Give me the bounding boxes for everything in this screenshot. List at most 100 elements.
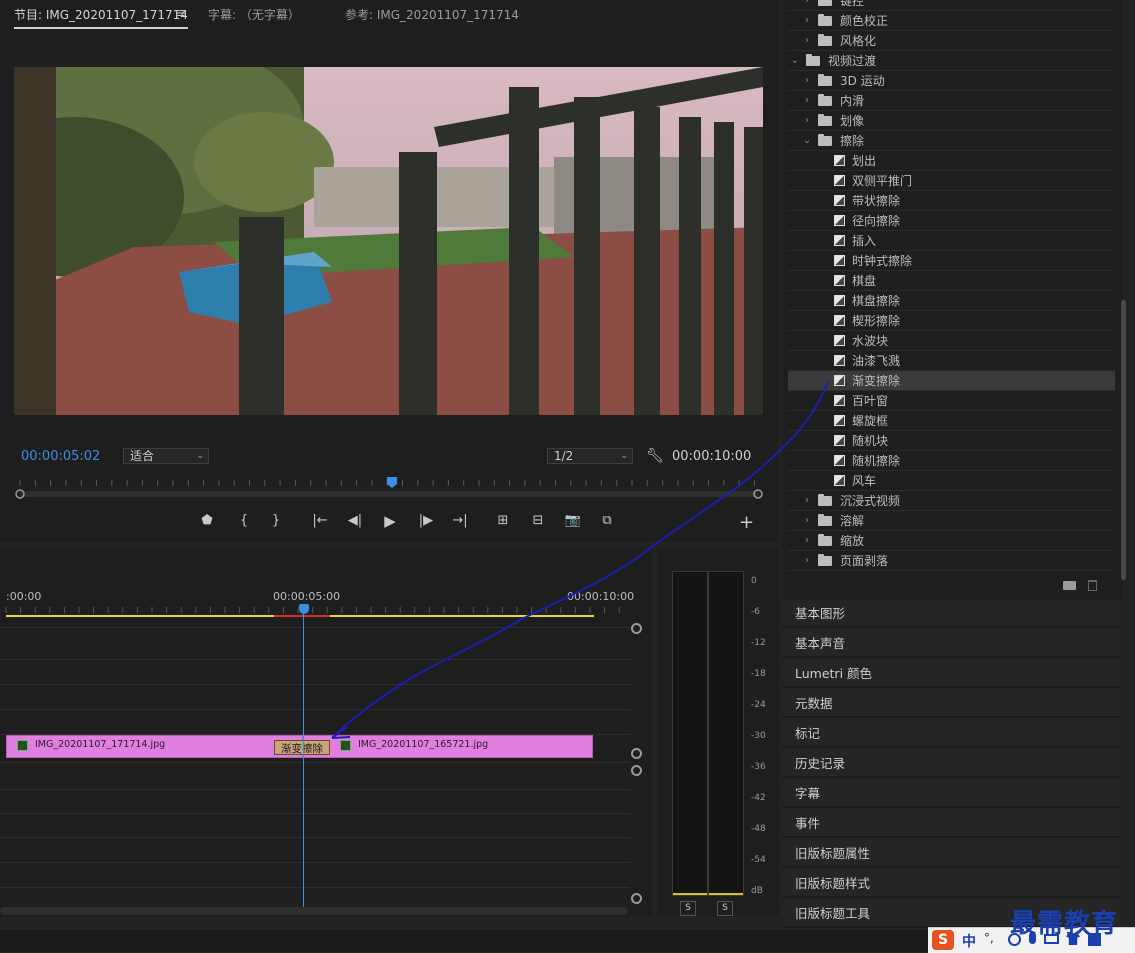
scrollbar-handle[interactable] [631,623,642,634]
chevron-right-icon[interactable]: › [802,511,812,531]
chevron-right-icon[interactable]: › [802,531,812,551]
effect-item[interactable]: 划出 [788,151,1115,171]
effects-folder[interactable]: ⌄ 擦除 [788,131,1115,151]
effects-folder[interactable]: ⌄ 视频过渡 [788,51,1115,71]
play-button[interactable]: ▶ [380,512,400,530]
transition-block[interactable]: 渐变擦除 [274,740,330,755]
effect-item[interactable]: 风车 [788,471,1115,491]
panel-tab[interactable]: 字幕 [783,780,1121,808]
effect-item[interactable]: 螺旋框 [788,411,1115,431]
video-clip[interactable]: IMG_20201107_165721.jpg [303,735,593,758]
tab-program[interactable]: 节目: IMG_20201107_171714 [14,6,188,29]
playhead-line [303,613,304,907]
effect-item[interactable]: 楔形擦除 [788,311,1115,331]
panel-tab[interactable]: 标记 [783,720,1121,748]
chevron-down-icon[interactable]: ⌄ [790,51,800,71]
chevron-right-icon[interactable]: › [802,0,812,11]
effects-folder[interactable]: › 内滑 [788,91,1115,111]
scrollbar-handle[interactable] [631,765,642,776]
effect-item[interactable]: 双侧平推门 [788,171,1115,191]
step-back-button[interactable]: ◀| [345,512,365,530]
effect-item[interactable]: 棋盘 [788,271,1115,291]
add-button[interactable]: + [739,512,754,533]
hamburger-icon[interactable]: ≡ [175,6,186,21]
chevron-right-icon[interactable]: › [802,551,812,571]
resolution-select[interactable]: 1/2 ⌄ [547,448,633,464]
monitor-playhead[interactable] [387,477,397,488]
horizontal-scrollbar[interactable] [0,907,628,915]
playhead-handle[interactable] [299,604,309,614]
effects-folder[interactable]: › 页面剥落 [788,551,1115,571]
chevron-down-icon[interactable]: ⌄ [802,131,812,151]
new-bin-icon[interactable] [1063,581,1076,590]
step-forward-button[interactable]: |▶ [416,512,436,530]
effect-item[interactable]: 径向擦除 [788,211,1115,231]
effect-item[interactable]: 渐变擦除 [788,371,1115,391]
ime-language[interactable]: 中 [962,931,976,951]
transition-effect-icon [834,255,845,266]
zoom-level-select[interactable]: 适合 ⌄ [123,448,209,464]
timeline-panel: :00:00 00:00:05:00 00:00:10:00 IMG_20201… [0,547,652,917]
video-clip[interactable]: IMG_20201107_171714.jpg [6,735,303,758]
panel-tab[interactable]: Lumetri 颜色 [783,660,1121,688]
mark-out-button[interactable]: } [266,512,286,530]
extract-button[interactable]: ⊟ [528,512,548,530]
chevron-right-icon[interactable]: › [802,111,812,131]
effect-item[interactable]: 水波块 [788,331,1115,351]
effect-item[interactable]: 棋盘擦除 [788,291,1115,311]
effects-folder[interactable]: › 风格化 [788,31,1115,51]
mark-in-button[interactable]: { [234,512,254,530]
vertical-scrollbar[interactable] [1121,300,1126,580]
folder-icon [806,54,820,66]
panel-tab[interactable]: 基本图形 [783,600,1121,628]
scrollbar-handle[interactable] [631,748,642,759]
effect-item[interactable]: 时钟式擦除 [788,251,1115,271]
go-to-in-button[interactable]: |← [310,512,330,530]
chevron-right-icon[interactable]: › [802,11,812,31]
tab-captions[interactable]: 字幕: （无字幕） [208,6,300,23]
chevron-right-icon[interactable]: › [802,91,812,111]
chevron-right-icon[interactable]: › [802,491,812,511]
effect-item[interactable]: 插入 [788,231,1115,251]
export-frame-button[interactable]: 📷 [563,512,583,530]
monitor-time-ruler[interactable] [14,476,764,502]
chevron-right-icon[interactable]: › [802,31,812,51]
trash-icon[interactable] [1088,580,1097,591]
solo-button-left[interactable]: S [680,901,696,916]
panel-tab[interactable]: 旧版标题样式 [783,870,1121,898]
effects-folder[interactable]: › 划像 [788,111,1115,131]
effects-folder[interactable]: › 颜色校正 [788,11,1115,31]
panel-tab[interactable]: 事件 [783,810,1121,838]
ime-punctuation[interactable]: °, [984,931,994,945]
transition-effect-icon [834,395,845,406]
chevron-right-icon[interactable]: › [802,71,812,91]
effect-item[interactable]: 带状擦除 [788,191,1115,211]
go-to-out-button[interactable]: →| [450,512,470,530]
panel-tab[interactable]: 基本声音 [783,630,1121,658]
effect-label: 颜色校正 [840,14,889,28]
panel-tab[interactable]: 历史记录 [783,750,1121,778]
transition-effect-icon [834,415,845,426]
tab-reference[interactable]: 参考: IMG_20201107_171714 [345,6,519,23]
effects-folder[interactable]: › 3D 运动 [788,71,1115,91]
panel-tab[interactable]: 元数据 [783,690,1121,718]
effect-item[interactable]: 百叶窗 [788,391,1115,411]
panel-tab[interactable]: 旧版标题属性 [783,840,1121,868]
lift-button[interactable]: ⊞ [493,512,513,530]
audio-meter-panel: 0 -6 -12 -18 -24 -30 -36 -42 -48 -54 dB S S [657,547,779,917]
effects-folder[interactable]: › 键控 [788,0,1115,11]
scrollbar-handle[interactable] [631,893,642,904]
effect-label: 划像 [840,114,865,128]
effect-item[interactable]: 随机擦除 [788,451,1115,471]
mark-out-icon: } [271,513,281,528]
current-timecode[interactable]: 00:00:05:02 [21,449,100,464]
effects-folder[interactable]: › 缩放 [788,531,1115,551]
effect-item[interactable]: 随机块 [788,431,1115,451]
effects-folder[interactable]: › 沉浸式视频 [788,491,1115,511]
comparison-view-button[interactable]: ⧉ [597,512,617,530]
solo-button-right[interactable]: S [717,901,733,916]
effects-folder[interactable]: › 溶解 [788,511,1115,531]
wrench-icon[interactable]: 🔧︎ [646,448,664,464]
add-marker-button[interactable]: ⬟ [197,512,217,530]
effect-item[interactable]: 油漆飞溅 [788,351,1115,371]
